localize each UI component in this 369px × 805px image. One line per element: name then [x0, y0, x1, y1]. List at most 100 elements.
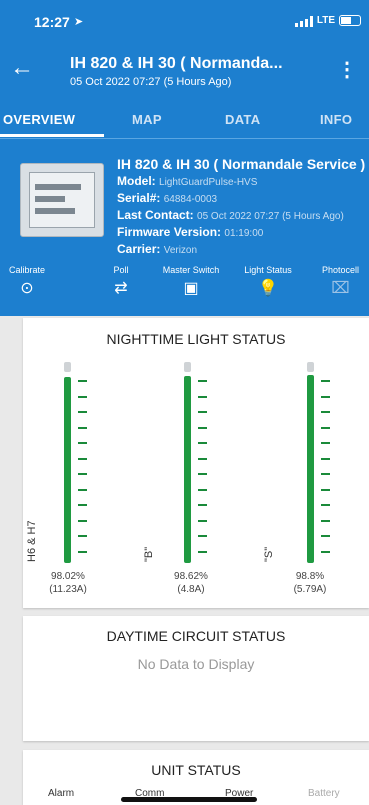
- photocell-button[interactable]: Photocell ⌧: [312, 265, 369, 297]
- device-name: IH 820 & IH 30 ( Normandale Service ): [117, 156, 366, 172]
- daytime-title: DAYTIME CIRCUIT STATUS: [106, 628, 286, 644]
- level-tick: [198, 380, 207, 382]
- level-tick: [321, 411, 330, 413]
- unit-status-alarm[interactable]: Alarm: [48, 788, 74, 799]
- tab-data[interactable]: DATA: [225, 112, 260, 127]
- active-tab-indicator: [0, 134, 104, 137]
- level-bar: [184, 376, 191, 563]
- model-value: LightGuardPulse-HVS: [159, 177, 258, 188]
- circuit-reading: 98.02% (11.23A): [33, 570, 103, 596]
- serial-value: 64884-0003: [163, 194, 218, 205]
- poll-button[interactable]: Poll ⇄: [100, 265, 142, 297]
- level-cap: [307, 362, 314, 372]
- level-tick: [198, 411, 207, 413]
- photocell-icon: ⌧: [331, 280, 350, 297]
- circuit-label: "B": [143, 546, 155, 562]
- photocell-label: Photocell: [321, 265, 360, 275]
- level-tick: [198, 488, 207, 491]
- carrier-label: Carrier:: [117, 242, 161, 256]
- level-tick: [78, 395, 87, 398]
- level-tick: [78, 488, 87, 491]
- last-contact-value: 05 Oct 2022 07:27 (5 Hours Ago): [197, 211, 344, 222]
- firmware-value: 01:19:00: [224, 228, 264, 239]
- circuit-amps: (11.23A): [49, 584, 87, 595]
- level-tick: [78, 457, 87, 460]
- device-model-row: Model: LightGuardPulse-HVS: [117, 174, 257, 188]
- level-tick: [78, 380, 87, 382]
- switch-icon: ▣: [183, 280, 199, 297]
- level-bar: [64, 377, 71, 563]
- level-tick: [198, 504, 207, 506]
- level-bar: [307, 375, 314, 563]
- level-tick: [321, 535, 330, 537]
- level-tick: [198, 457, 207, 460]
- master-switch-label: Master Switch: [162, 265, 220, 275]
- level-tick: [198, 426, 207, 429]
- light-status-button[interactable]: Light Status 💡: [236, 265, 300, 297]
- level-tick: [78, 519, 87, 522]
- calibrate-label: Calibrate: [8, 265, 46, 275]
- circuit-label: "S": [263, 546, 275, 562]
- location-arrow-icon: ➤: [74, 16, 84, 28]
- circuit-percent: 98.8%: [295, 571, 325, 582]
- battery-icon: [339, 15, 361, 26]
- level-tick: [78, 550, 87, 553]
- tab-overview[interactable]: OVERVIEW: [3, 112, 75, 127]
- nighttime-title: NIGHTTIME LIGHT STATUS: [106, 331, 286, 347]
- level-tick: [321, 550, 330, 553]
- device-firmware-row: Firmware Version: 01:19:00: [117, 225, 263, 239]
- level-tick: [321, 519, 330, 522]
- tab-bar: OVERVIEW MAP DATA INFO: [0, 100, 369, 138]
- tab-info[interactable]: INFO: [320, 112, 352, 127]
- circuit-amps: (5.79A): [293, 584, 327, 595]
- level-tick: [198, 395, 207, 398]
- master-switch-button[interactable]: Master Switch ▣: [150, 265, 232, 297]
- circuit-reading: 98.8% (5.79A): [275, 570, 345, 596]
- level-tick: [78, 473, 87, 475]
- unit-status-title: UNIT STATUS: [151, 762, 241, 778]
- serial-label: Serial#:: [117, 191, 161, 205]
- kebab-menu-icon[interactable]: ⋮: [337, 60, 357, 80]
- network-type: LTE: [316, 15, 335, 26]
- tab-map[interactable]: MAP: [132, 112, 162, 127]
- device-summary: IH 820 & IH 30 ( Normandale Service ) Mo…: [0, 138, 369, 316]
- app-bar: ← IH 820 & IH 30 ( Normanda... 05 Oct 20…: [0, 44, 369, 100]
- model-label: Model:: [117, 174, 156, 188]
- device-photo: [20, 163, 104, 237]
- level-cap: [64, 362, 71, 372]
- page-subtitle: 05 Oct 2022 07:27 (5 Hours Ago): [70, 76, 232, 88]
- device-serial-row: Serial#: 64884-0003: [117, 191, 217, 205]
- circuit-percent: 98.62%: [174, 571, 208, 582]
- clock: 12:27: [34, 14, 70, 30]
- circuit-percent: 98.02%: [51, 571, 85, 582]
- poll-label: Poll: [113, 265, 129, 275]
- repeat-icon: ⇄: [114, 280, 128, 297]
- level-tick: [198, 473, 207, 475]
- light-status-label: Light Status: [244, 265, 292, 275]
- level-tick: [78, 426, 87, 429]
- level-tick: [321, 504, 330, 506]
- level-cap: [184, 362, 191, 372]
- level-tick: [198, 442, 207, 444]
- page-title: IH 820 & IH 30 ( Normanda...: [70, 55, 283, 72]
- target-icon: ⊙: [20, 280, 34, 297]
- empty-state-text: No Data to Display: [137, 656, 255, 672]
- home-indicator: [121, 797, 257, 802]
- last-contact-label: Last Contact:: [117, 208, 194, 222]
- circuit-amps: (4.8A): [177, 584, 205, 595]
- level-tick: [78, 535, 87, 537]
- level-tick: [321, 488, 330, 491]
- nighttime-light-status-card: NIGHTTIME LIGHT STATUS H6 & H7 98.02% (1…: [23, 318, 369, 608]
- level-tick: [321, 426, 330, 429]
- status-bar: 12:27 ➤ LTE: [0, 0, 369, 44]
- level-tick: [321, 395, 330, 398]
- circuit-label: H6 & H7: [26, 520, 38, 562]
- unit-status-battery[interactable]: Battery: [308, 788, 340, 799]
- level-tick: [198, 519, 207, 522]
- arrow-left-icon[interactable]: ←: [10, 56, 34, 80]
- level-tick: [78, 411, 87, 413]
- daytime-circuit-status-card: DAYTIME CIRCUIT STATUS No Data to Displa…: [23, 616, 369, 741]
- calibrate-button[interactable]: Calibrate ⊙: [4, 265, 50, 297]
- level-tick: [321, 442, 330, 444]
- level-tick: [78, 504, 87, 506]
